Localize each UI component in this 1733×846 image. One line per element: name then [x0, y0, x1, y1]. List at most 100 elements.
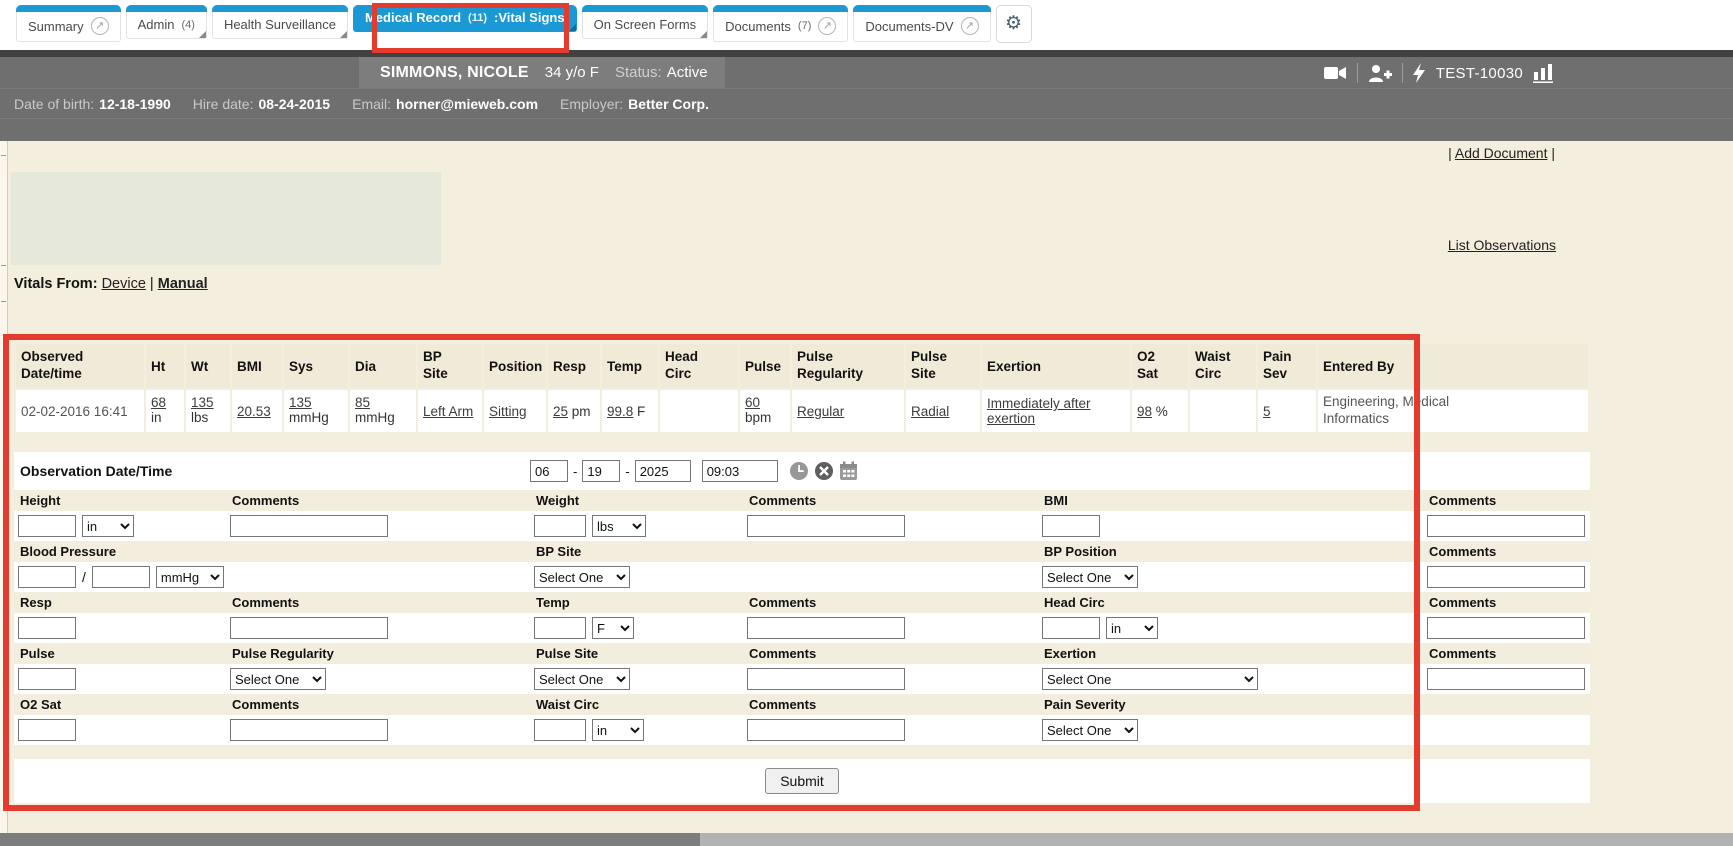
pulse-comments-input[interactable] [747, 668, 905, 690]
temp-input[interactable] [534, 617, 586, 639]
tab-medical-record-vital-signs[interactable]: Medical Record(11):Vital Signs [353, 5, 577, 32]
horizontal-scrollbar[interactable] [0, 833, 1733, 846]
comments-label: Comments [226, 595, 530, 610]
tab-label: Admin [138, 17, 175, 32]
pain-sev-link[interactable]: 5 [1263, 404, 1271, 419]
employer-label: Employer: [560, 96, 623, 112]
bmi-link[interactable]: 20.53 [237, 404, 271, 419]
cell-head-circ [660, 390, 738, 432]
scrollbar-thumb[interactable] [0, 833, 700, 846]
pulse-site-link[interactable]: Radial [911, 404, 949, 419]
add-person-icon[interactable] [1368, 64, 1392, 83]
pipe: | [1448, 145, 1455, 161]
bp-diastolic-input[interactable] [92, 566, 150, 588]
cell-wt: 135lbs [186, 390, 230, 432]
ht-link[interactable]: 68 [151, 395, 166, 410]
pulse-link[interactable]: 60 [745, 395, 760, 410]
tab-health-surveillance[interactable]: Health Surveillance [212, 5, 348, 39]
tab-label: Documents [725, 19, 791, 34]
comments-label: Comments [226, 493, 530, 508]
head-circ-comments-input[interactable] [1427, 617, 1585, 639]
position-link[interactable]: Sitting [489, 404, 527, 419]
waist-circ-unit-select[interactable]: in [592, 719, 644, 741]
submit-button[interactable]: Submit [765, 768, 839, 794]
tab-summary[interactable]: Summary↗ [16, 5, 121, 42]
temp-unit-select[interactable]: F [592, 617, 634, 639]
head-circ-input[interactable] [1042, 617, 1100, 639]
popout-icon[interactable]: ↗ [818, 17, 836, 35]
waist-circ-comments-input[interactable] [747, 719, 905, 741]
bp-position-select[interactable]: Select One [1042, 566, 1138, 588]
popout-icon[interactable]: ↗ [961, 17, 979, 35]
o2-sat-link[interactable]: 98 [1137, 404, 1152, 419]
cell-position: Sitting [484, 390, 546, 432]
clear-icon[interactable] [814, 461, 834, 481]
pulse-regularity-label: Pulse Regularity [226, 646, 530, 661]
cell-exertion: Immediately after exertion [982, 390, 1130, 432]
o2-sat-comments-input[interactable] [230, 719, 388, 741]
left-splitter[interactable] [0, 141, 8, 833]
obs-year-input[interactable] [635, 460, 691, 482]
height-comments-input[interactable] [230, 515, 388, 537]
col-position: Position [484, 344, 546, 388]
obs-day-input[interactable] [582, 460, 620, 482]
temp-link[interactable]: 99.8 [607, 404, 633, 419]
head-circ-unit-select[interactable]: in [1106, 617, 1158, 639]
waist-circ-input[interactable] [534, 719, 586, 741]
tab-documents-dv[interactable]: Documents-DV↗ [853, 5, 990, 42]
tab-accent [713, 5, 848, 12]
weight-input[interactable] [534, 515, 586, 537]
settings-gears-icon[interactable]: ⚙ [996, 5, 1032, 43]
video-camera-icon[interactable] [1323, 64, 1347, 82]
wt-link[interactable]: 135 [191, 395, 214, 410]
pulse-input[interactable] [18, 668, 76, 690]
resp-link[interactable]: 25 [553, 404, 568, 419]
cell-sys: 135mmHg [284, 390, 348, 432]
lightning-icon[interactable] [1413, 63, 1426, 83]
resp-input[interactable] [18, 617, 76, 639]
vitals-from-device-link[interactable]: Device [102, 276, 146, 292]
calendar-icon[interactable] [839, 461, 858, 481]
height-unit-select[interactable]: in [82, 515, 134, 537]
pulse-regularity-select[interactable]: Select One [230, 668, 326, 690]
dia-link[interactable]: 85 [355, 395, 370, 410]
email-label: Email: [352, 96, 391, 112]
weight-unit-select[interactable]: lbs [592, 515, 646, 537]
exertion-select[interactable]: Select One [1042, 668, 1258, 690]
bp-site-link[interactable]: Left Arm [423, 404, 473, 419]
sys-link[interactable]: 135 [289, 395, 312, 410]
height-input[interactable] [18, 515, 76, 537]
bp-systolic-input[interactable] [18, 566, 76, 588]
pain-severity-select[interactable]: Select One [1042, 719, 1138, 741]
pulse-site-select[interactable]: Select One [534, 668, 630, 690]
temp-comments-input[interactable] [747, 617, 905, 639]
tab-documents[interactable]: Documents(7)↗ [713, 5, 848, 42]
weight-comments-input[interactable] [747, 515, 905, 537]
bar-chart-icon[interactable] [1533, 63, 1555, 83]
form-input-row: in lbs [14, 511, 1590, 541]
list-observations-link[interactable]: List Observations [1448, 237, 1556, 253]
bp-unit-select[interactable]: mmHg [156, 566, 224, 588]
o2-sat-input[interactable] [18, 719, 76, 741]
bp-comments-input[interactable] [1427, 566, 1585, 588]
exertion-link[interactable]: Immediately after exertion [987, 396, 1091, 426]
bp-site-select[interactable]: Select One [534, 566, 630, 588]
tab-label: Medical Record [365, 10, 461, 25]
bmi-input[interactable] [1042, 515, 1100, 537]
resp-comments-input[interactable] [230, 617, 388, 639]
col-bp-site: BP Site [418, 344, 482, 388]
bmi-comments-input[interactable] [1427, 515, 1585, 537]
popout-icon[interactable]: ↗ [91, 17, 109, 35]
hire-date-label: Hire date: [193, 96, 254, 112]
vitals-from-manual-link[interactable]: Manual [158, 276, 208, 292]
obs-month-input[interactable] [530, 460, 568, 482]
tab-admin[interactable]: Admin(4) [126, 5, 207, 39]
exertion-label: Exertion [1038, 646, 1423, 661]
exertion-comments-input[interactable] [1427, 668, 1585, 690]
pulse-regularity-link[interactable]: Regular [797, 404, 844, 419]
add-document-link[interactable]: Add Document [1455, 145, 1548, 161]
obs-time-input[interactable] [702, 460, 778, 482]
col-pain-sev: Pain Sev [1258, 344, 1316, 388]
clock-icon[interactable] [789, 461, 809, 481]
tab-on-screen-forms[interactable]: On Screen Forms [582, 5, 709, 39]
